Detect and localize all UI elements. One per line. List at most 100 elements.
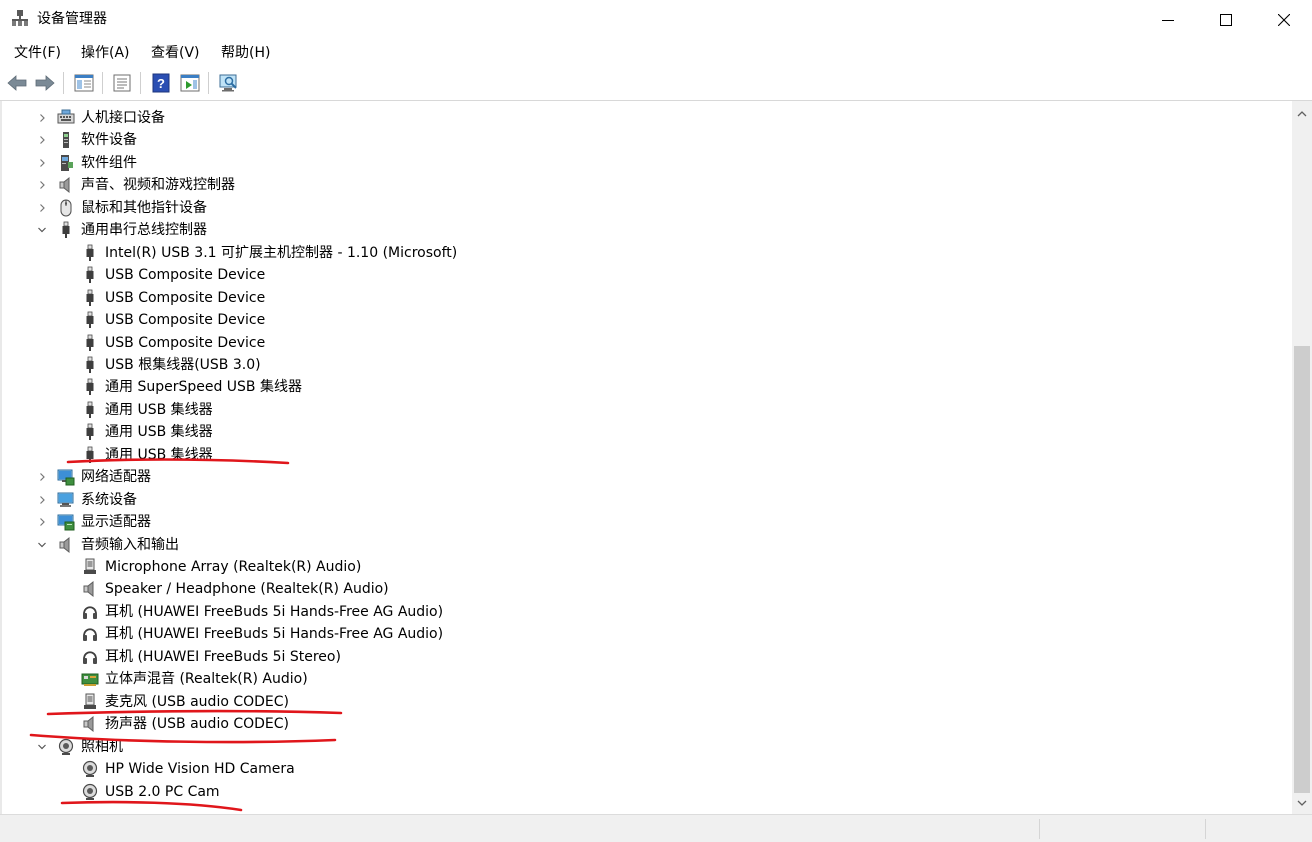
chevron-right-icon[interactable] (37, 472, 47, 482)
chevron-right-icon[interactable] (37, 180, 47, 190)
scan-hardware-button[interactable] (218, 72, 240, 94)
console-tree-icon (74, 74, 94, 92)
tree-device-row[interactable]: USB Composite Device (2, 287, 1292, 309)
monitor-icon (219, 74, 237, 92)
toolbar: ? (0, 66, 1312, 101)
tree-category-row[interactable]: 系统设备 (2, 489, 1292, 511)
chevron-down-icon[interactable] (37, 225, 47, 235)
tree-category-row[interactable]: 音频输入和输出 (2, 534, 1292, 556)
tree-item-label: USB 2.0 PC Cam (105, 783, 220, 800)
chevron-right-icon[interactable] (37, 113, 47, 123)
system-device-icon (57, 492, 74, 507)
tree-category-row[interactable]: 声音、视频和游戏控制器 (2, 174, 1292, 196)
forward-button[interactable] (34, 72, 56, 94)
help-button[interactable]: ? (150, 72, 172, 94)
tree-category-row[interactable]: 通用串行总线控制器 (2, 219, 1292, 241)
toolbar-separator (102, 72, 103, 94)
scroll-down-button[interactable] (1292, 796, 1312, 810)
network-adapter-icon (57, 469, 75, 486)
chevron-right-icon[interactable] (37, 203, 47, 213)
menu-action[interactable]: 操作(A) (79, 44, 132, 62)
sound-card-icon (81, 673, 99, 687)
title-bar: 设备管理器 (0, 0, 1312, 40)
status-divider (1039, 819, 1040, 839)
tree-device-row[interactable]: 耳机 (HUAWEI FreeBuds 5i Stereo) (2, 646, 1292, 668)
window-title: 设备管理器 (37, 11, 107, 27)
tree-device-row[interactable]: 耳机 (HUAWEI FreeBuds 5i Hands-Free AG Aud… (2, 601, 1292, 623)
usb-plug-icon (86, 401, 94, 418)
tree-item-label: USB 根集线器(USB 3.0) (105, 356, 261, 373)
tree-item-label: 立体声混音 (Realtek(R) Audio) (105, 671, 308, 688)
maximize-button[interactable] (1197, 0, 1255, 40)
tree-item-label: HP Wide Vision HD Camera (105, 761, 295, 778)
hid-icon (57, 109, 75, 124)
chevron-down-icon (1297, 800, 1307, 806)
chevron-up-icon (1297, 111, 1307, 117)
usb-plug-icon (86, 423, 94, 441)
usb-plug-icon (62, 221, 70, 239)
menu-file[interactable]: 文件(F) (12, 44, 63, 62)
scroll-up-button[interactable] (1292, 107, 1312, 121)
menu-view[interactable]: 查看(V) (149, 44, 202, 62)
speaker-icon (83, 581, 94, 598)
tree-device-row[interactable]: USB 2.0 PC Cam (2, 781, 1292, 803)
tree-device-row[interactable]: Microphone Array (Realtek(R) Audio) (2, 556, 1292, 578)
tree-device-row[interactable]: USB Composite Device (2, 309, 1292, 331)
status-bar (0, 814, 1312, 842)
tree-device-row[interactable]: 麦克风 (USB audio CODEC) (2, 691, 1292, 713)
menu-bar: 文件(F) 操作(A) 查看(V) 帮助(H) (0, 40, 1312, 66)
tree-device-row[interactable]: Intel(R) USB 3.1 可扩展主机控制器 - 1.10 (Micros… (2, 242, 1292, 264)
tree-device-row[interactable]: 耳机 (HUAWEI FreeBuds 5i Hands-Free AG Aud… (2, 623, 1292, 645)
tree-device-row[interactable]: 通用 USB 集线器 (2, 399, 1292, 421)
tree-category-row[interactable]: 显示适配器 (2, 511, 1292, 533)
camera-icon (82, 760, 98, 778)
tree-item-label: 扬声器 (USB audio CODEC) (105, 716, 290, 733)
microphone-icon (84, 558, 96, 574)
tree-category-row[interactable]: 软件组件 (2, 152, 1292, 174)
vertical-scrollbar[interactable] (1292, 101, 1312, 814)
tree-category-row[interactable]: 鼠标和其他指针设备 (2, 197, 1292, 219)
tree-device-row[interactable]: USB Composite Device (2, 332, 1292, 354)
tree-item-label: Intel(R) USB 3.1 可扩展主机控制器 - 1.10 (Micros… (105, 244, 458, 261)
chevron-right-icon[interactable] (37, 495, 47, 505)
tree-device-row[interactable]: USB 根集线器(USB 3.0) (2, 354, 1292, 376)
tree-device-row[interactable]: 通用 SuperSpeed USB 集线器 (2, 376, 1292, 398)
back-arrow-icon (7, 75, 27, 91)
tree-device-row[interactable]: USB Composite Device (2, 264, 1292, 286)
tree-category-row[interactable]: 网络适配器 (2, 466, 1292, 488)
tree-device-row[interactable]: 扬声器 (USB audio CODEC) (2, 713, 1292, 735)
show-action-pane-button[interactable] (179, 72, 201, 94)
tree-device-row[interactable]: Speaker / Headphone (Realtek(R) Audio) (2, 578, 1292, 600)
software-device-icon (63, 132, 69, 149)
minimize-button[interactable] (1139, 0, 1197, 40)
back-button[interactable] (6, 72, 28, 94)
usb-plug-icon (86, 244, 94, 261)
maximize-icon (1220, 14, 1232, 26)
tree-device-row[interactable]: 通用 USB 集线器 (2, 444, 1292, 466)
close-button[interactable] (1255, 0, 1312, 40)
properties-button[interactable] (111, 72, 133, 94)
tree-device-row[interactable]: HP Wide Vision HD Camera (2, 758, 1292, 780)
tree-item-label: 软件组件 (81, 154, 137, 171)
mouse-icon (60, 199, 72, 217)
usb-plug-icon (86, 289, 94, 306)
chevron-right-icon[interactable] (37, 158, 47, 168)
show-hide-console-tree-button[interactable] (73, 72, 95, 94)
tree-category-row[interactable]: 人机接口设备 (2, 107, 1292, 129)
chevron-right-icon[interactable] (37, 517, 47, 527)
menu-help[interactable]: 帮助(H) (219, 44, 272, 62)
tree-item-label: 音频输入和输出 (81, 536, 179, 553)
chevron-right-icon[interactable] (37, 135, 47, 145)
toolbar-separator (140, 72, 141, 94)
tree-category-row[interactable]: 照相机 (2, 736, 1292, 758)
tree-device-row[interactable]: 通用 USB 集线器 (2, 421, 1292, 443)
chevron-down-icon[interactable] (37, 540, 47, 550)
chevron-down-icon[interactable] (37, 742, 47, 752)
tree-device-row[interactable]: 立体声混音 (Realtek(R) Audio) (2, 668, 1292, 690)
scrollbar-thumb[interactable] (1294, 346, 1310, 793)
tree-item-label: USB Composite Device (105, 334, 266, 351)
tree-category-row[interactable]: 软件设备 (2, 129, 1292, 151)
device-tree[interactable]: 人机接口设备 软件设备软件组件声音、视频和游戏控制器 鼠标和其他指针设备 通用串行总线… (0, 101, 1292, 814)
svg-text:?: ? (157, 76, 165, 91)
speaker-icon (83, 716, 94, 733)
